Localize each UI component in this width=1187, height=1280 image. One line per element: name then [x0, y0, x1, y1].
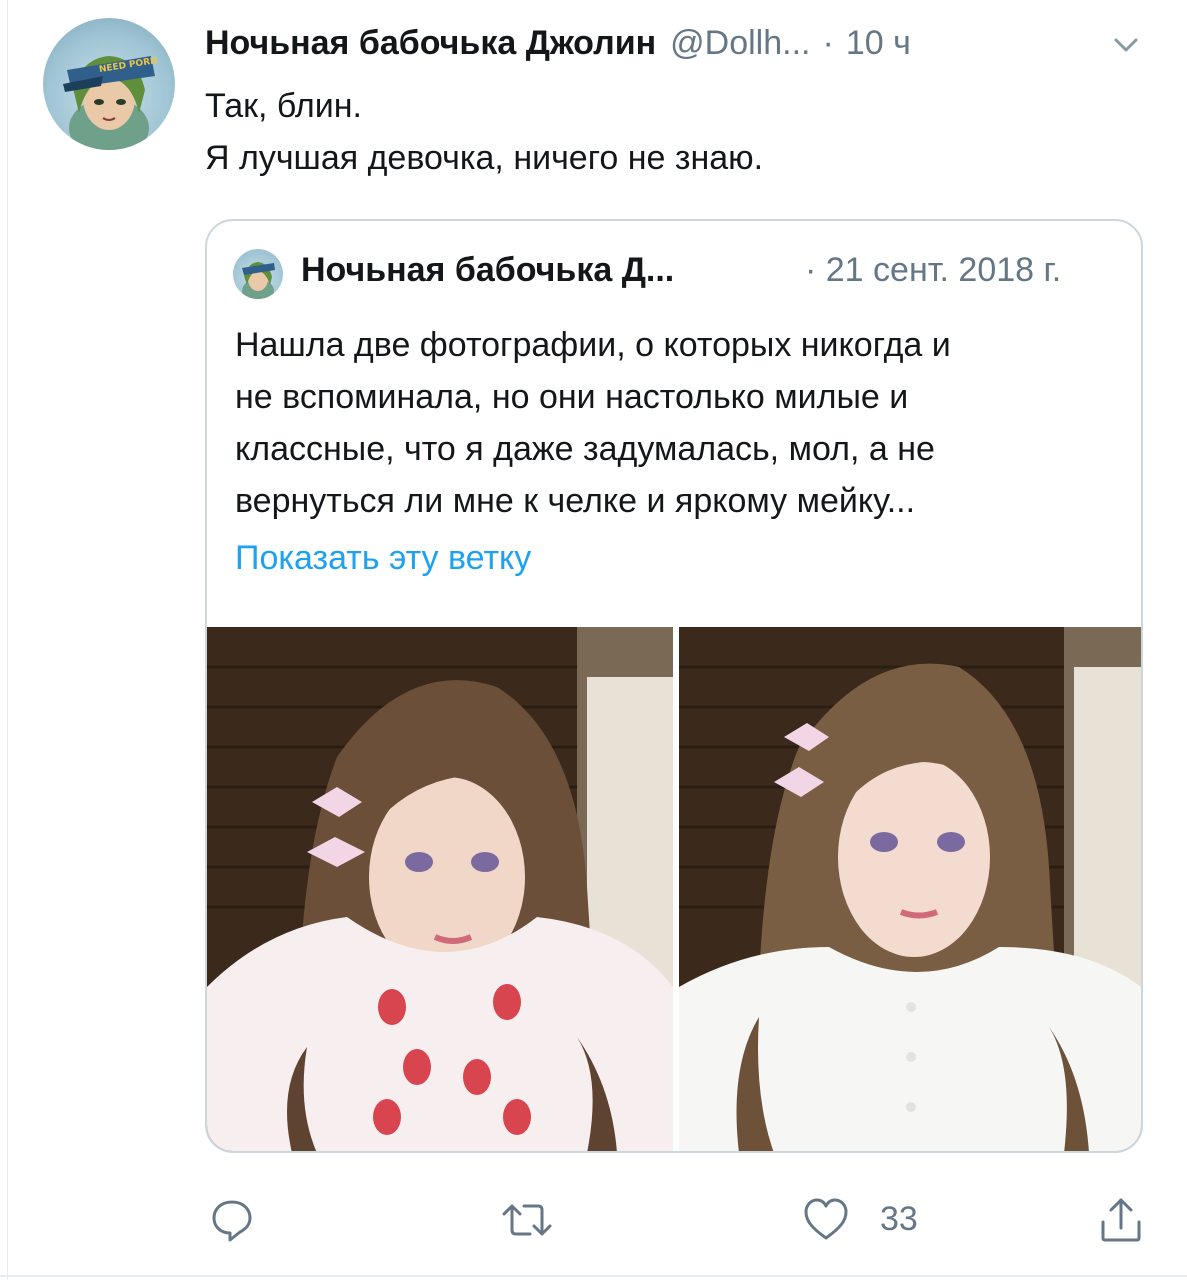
share-button[interactable] [1098, 1196, 1144, 1244]
like-count: 33 [880, 1199, 918, 1238]
author-handle[interactable]: @Dollh... [670, 24, 810, 63]
tweet-text-line: Я лучшая девочка, ничего не знаю. [205, 139, 764, 177]
quoted-author-avatar [233, 249, 283, 299]
quoted-photos [207, 627, 1141, 1151]
author-name[interactable]: Ночьная бабочька Джолин [205, 24, 656, 63]
reply-icon [208, 1196, 256, 1244]
timeline-border [7, 0, 8, 1280]
quoted-author-name[interactable]: Ночьная бабочька Д... [301, 251, 674, 290]
like-icon [802, 1196, 850, 1242]
tweet-header: Ночьная бабочька Джолин @Dollh... · 10 ч [205, 24, 911, 68]
retweet-icon [500, 1196, 554, 1244]
like-button[interactable]: 33 [802, 1196, 918, 1242]
quoted-text-line: не вспоминала, но они настолько милые и [235, 378, 909, 416]
photo-left[interactable] [207, 627, 673, 1151]
separator-dot: · [822, 24, 834, 62]
show-thread-link[interactable]: Показать эту ветку [235, 539, 531, 578]
share-icon [1098, 1196, 1144, 1244]
tweet-actions: 33 [0, 1196, 1187, 1256]
tweet-bottom-divider [0, 1275, 1187, 1277]
more-options-chevron-down-icon[interactable] [1106, 30, 1146, 60]
quoted-header: Ночьная бабочька Д... [301, 251, 674, 290]
quoted-text-line: Нашла две фотографии, о которых никогда … [235, 326, 951, 364]
reply-button[interactable] [208, 1196, 256, 1244]
photo-right[interactable] [679, 627, 1141, 1151]
quoted-text: Нашла две фотографии, о которых никогда … [235, 319, 1125, 527]
quoted-date[interactable]: · 21 сент. 2018 г. [805, 251, 1061, 290]
quoted-text-line: классные, что я даже задумалась, мол, а … [235, 430, 935, 468]
retweet-button[interactable] [500, 1196, 554, 1244]
tweet-text: Так, блин. Я лучшая девочка, ничего не з… [205, 80, 763, 184]
tweet-time[interactable]: 10 ч [846, 24, 911, 63]
tweet-text-line: Так, блин. [205, 87, 362, 125]
avatar-illustration: NEED PORN [63, 56, 158, 150]
quoted-avatar-illustration [242, 262, 275, 299]
quoted-text-line: вернуться ли мне к челке и яркому мейку.… [235, 482, 916, 520]
quoted-tweet-card[interactable]: Ночьная бабочька Д... · 21 сент. 2018 г.… [205, 219, 1143, 1153]
author-avatar[interactable]: NEED PORN [43, 18, 175, 150]
